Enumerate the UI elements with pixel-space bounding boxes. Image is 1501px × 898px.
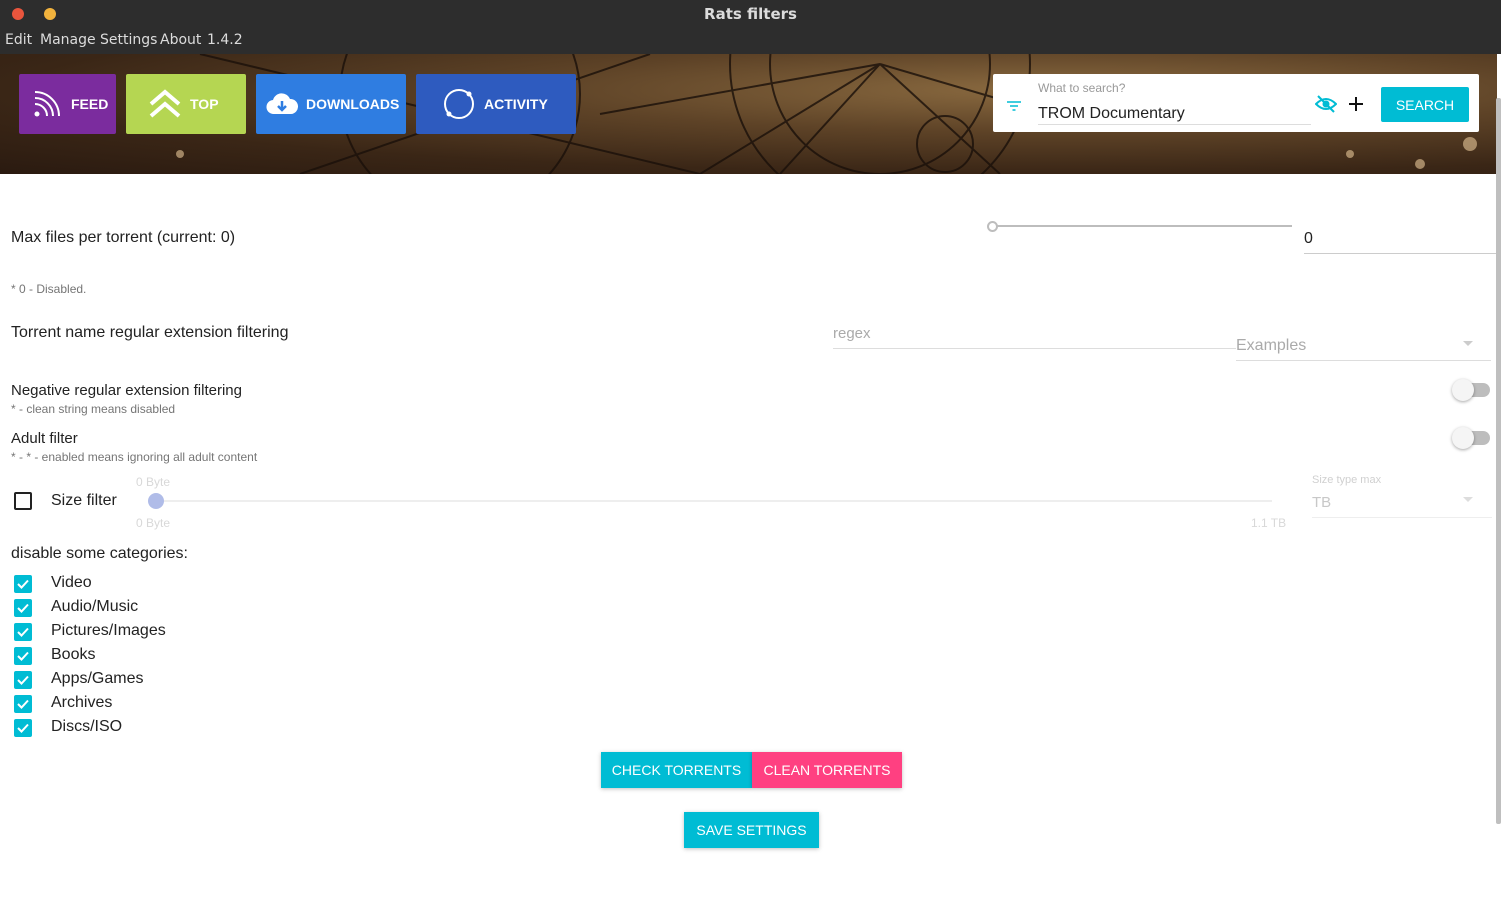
save-settings-button[interactable]: SAVE SETTINGS	[684, 812, 819, 848]
menu-about[interactable]: About	[160, 32, 201, 48]
regex-input[interactable]: regex	[833, 325, 871, 342]
rss-icon	[34, 91, 60, 117]
examples-select[interactable]: Examples	[1236, 337, 1306, 355]
category-checkbox[interactable]	[14, 647, 32, 665]
check-icon	[17, 651, 29, 661]
size-slider-thumb[interactable]	[148, 493, 164, 509]
size-min-value-top: 0 Byte	[136, 475, 171, 489]
category-label: Books	[51, 646, 96, 663]
regex-label: Torrent name regular extension filtering	[11, 324, 289, 341]
category-checkbox[interactable]	[14, 671, 32, 689]
category-checkbox[interactable]	[14, 623, 32, 641]
search-underline	[1038, 124, 1311, 125]
negative-filter-toggle[interactable]	[1452, 379, 1490, 401]
negative-filter-note: * - clean string means disabled	[11, 402, 176, 416]
check-icon	[17, 723, 29, 733]
nav-downloads-label: DOWNLOADS	[306, 96, 400, 112]
nav-top-label: TOP	[190, 96, 219, 112]
title-bar: Rats filters	[0, 0, 1501, 28]
category-label: Pictures/Images	[51, 622, 166, 639]
size-max-value: 1.1 TB	[1251, 516, 1287, 530]
nav-feed-button[interactable]: FEED	[19, 74, 116, 134]
size-filter-checkbox[interactable]	[14, 492, 32, 510]
nav-activity-button[interactable]: ACTIVITY	[416, 74, 576, 134]
category-label: Archives	[51, 694, 113, 711]
nav-downloads-button[interactable]: DOWNLOADS	[256, 74, 406, 134]
category-label: Video	[51, 574, 92, 591]
size-filter-label: Size filter	[51, 492, 117, 509]
check-icon	[17, 603, 29, 613]
nav-top-button[interactable]: TOP	[126, 74, 246, 134]
adult-filter-toggle-knob	[1452, 427, 1474, 449]
max-files-slider-track[interactable]	[992, 225, 1292, 227]
category-checkbox[interactable]	[14, 599, 32, 617]
menu-version[interactable]: 1.4.2	[207, 32, 243, 48]
category-checkbox[interactable]	[14, 719, 32, 737]
examples-select-underline	[1236, 360, 1491, 361]
menu-bar: Edit Manage Settings About 1.4.2	[0, 28, 1501, 54]
category-label: Discs/ISO	[51, 718, 123, 735]
menu-manage[interactable]: Manage	[40, 32, 96, 48]
search-button[interactable]: SEARCH	[1381, 87, 1469, 122]
nav-activity-label: ACTIVITY	[484, 96, 548, 112]
check-icon	[17, 699, 29, 709]
header-banner: FEED TOP DOWNLOADS ACTIVITY What to sear…	[0, 54, 1497, 174]
adult-filter-toggle[interactable]	[1452, 427, 1490, 449]
category-checkbox[interactable]	[14, 575, 32, 593]
max-files-note: * 0 - Disabled.	[11, 282, 87, 296]
menu-settings[interactable]: Settings	[100, 32, 157, 48]
negative-filter-label: Negative regular extension filtering	[11, 382, 242, 399]
max-files-input-underline	[1304, 253, 1496, 254]
filter-icon[interactable]	[1007, 101, 1021, 111]
plus-icon[interactable]	[1348, 96, 1364, 112]
adult-filter-label: Adult filter	[11, 430, 78, 447]
category-checkbox[interactable]	[14, 695, 32, 713]
menu-edit[interactable]: Edit	[5, 32, 32, 48]
category-label: Audio/Music	[51, 598, 139, 615]
max-files-label: Max files per torrent (current: 0)	[11, 229, 236, 246]
category-label: Apps/Games	[51, 670, 144, 687]
max-files-slider-thumb[interactable]	[987, 221, 998, 232]
search-input[interactable]: TROM Documentary	[1038, 105, 1185, 123]
clean-torrents-button[interactable]: CLEAN TORRENTS	[752, 752, 902, 788]
check-torrents-button[interactable]: CHECK TORRENTS	[601, 752, 752, 788]
size-type-underline	[1312, 517, 1492, 518]
regex-input-underline	[833, 348, 1236, 349]
categories-heading: disable some categories:	[11, 545, 188, 562]
check-icon	[17, 627, 29, 637]
max-files-input[interactable]: 0	[1304, 230, 1313, 248]
size-type-select[interactable]: TB	[1312, 494, 1331, 511]
activity-cycle-icon	[444, 89, 474, 119]
search-panel: What to search? TROM Documentary SEARCH	[993, 74, 1479, 132]
scrollbar[interactable]	[1496, 98, 1501, 824]
eye-off-icon[interactable]	[1315, 94, 1337, 114]
chevron-up-double-icon	[149, 89, 181, 118]
nav-feed-label: FEED	[71, 96, 109, 112]
negative-filter-toggle-knob	[1452, 379, 1474, 401]
size-type-chevron-down-icon[interactable]	[1463, 497, 1473, 503]
check-icon	[17, 675, 29, 685]
window-title: Rats filters	[704, 5, 797, 23]
size-type-label: Size type max	[1312, 474, 1382, 486]
search-label: What to search?	[1038, 81, 1126, 95]
cloud-download-icon	[266, 93, 298, 115]
size-slider-track[interactable]	[156, 500, 1272, 502]
chevron-down-icon[interactable]	[1463, 341, 1473, 347]
check-icon	[17, 579, 29, 589]
size-min-value-bottom: 0 Byte	[136, 516, 171, 530]
adult-filter-note: * - * - enabled means ignoring all adult…	[11, 450, 258, 464]
